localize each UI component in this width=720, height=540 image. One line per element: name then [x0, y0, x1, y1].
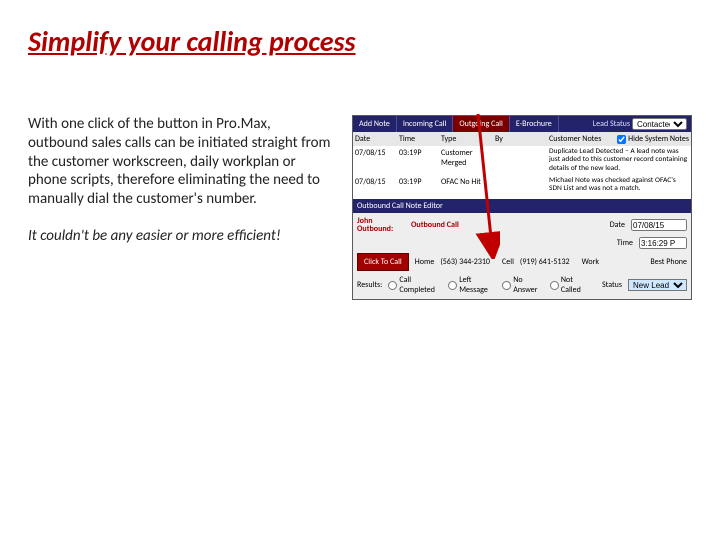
date-input[interactable] — [631, 219, 687, 231]
editor-title: Outbound Call Note Editor — [353, 199, 691, 213]
results-label: Results: — [357, 280, 382, 290]
tab-incoming-call[interactable]: Incoming Call — [397, 116, 454, 132]
cell-label: Cell — [502, 257, 514, 267]
result-no-answer[interactable]: No Answer — [502, 275, 544, 295]
cell-time: 03:19P — [399, 177, 437, 194]
cell-time: 03:19P — [399, 148, 437, 173]
cell-type: OFAC No Hit — [441, 177, 491, 194]
cell-notes: Michael Note was checked against OFAC's … — [549, 177, 689, 194]
date-label: Date — [610, 220, 625, 230]
result-notcalled-label: Not Called — [561, 275, 590, 295]
cell-notes: Duplicate Lead Detected – A lead note wa… — [549, 148, 689, 173]
hide-system-checkbox[interactable] — [617, 135, 626, 144]
result-leftmsg-label: Left Message — [459, 275, 496, 295]
result-contacted[interactable]: Call Completed — [388, 275, 442, 295]
tab-add-note[interactable]: Add Note — [353, 116, 397, 132]
lead-status-select[interactable]: Contacted — [632, 118, 687, 130]
best-phone-label: Best Phone — [650, 257, 687, 267]
tagline: It couldn't be any easier or more effici… — [28, 227, 334, 246]
result-noanswer-label: No Answer — [513, 275, 544, 295]
table-row[interactable]: 07/08/15 03:19P OFAC No Hit Michael Note… — [353, 175, 691, 196]
tab-outgoing-call[interactable]: Outgoing Call — [453, 116, 510, 132]
cell-number: (919) 641-5132 — [520, 257, 570, 267]
cell-date: 07/08/15 — [355, 148, 395, 173]
promax-screenshot: Add Note Incoming Call Outgoing Call E-B… — [352, 115, 692, 300]
home-label: Home — [415, 257, 435, 267]
lead-status-label: Lead Status — [593, 119, 630, 129]
cell-date: 07/08/15 — [355, 177, 395, 194]
hide-system-notes[interactable]: Hide System Notes — [617, 134, 689, 144]
call-type-label: Outbound Call — [411, 220, 459, 230]
table-row[interactable]: 07/08/15 03:19P Customer Merged Duplicat… — [353, 146, 691, 175]
person-label: John Outbound: — [357, 217, 405, 233]
status-label: Status — [602, 280, 622, 290]
col-date: Date — [355, 134, 395, 144]
col-type: Type — [441, 134, 491, 144]
home-number: (563) 344-2310 — [440, 257, 490, 267]
col-notes: Customer Notes — [549, 134, 613, 144]
hide-system-label: Hide System Notes — [628, 134, 689, 144]
time-input[interactable] — [639, 237, 687, 249]
cell-by — [495, 177, 545, 194]
col-time: Time — [399, 134, 437, 144]
slide-title: Simplify your calling process — [28, 24, 692, 59]
result-contacted-label: Call Completed — [399, 275, 442, 295]
cell-type: Customer Merged — [441, 148, 491, 173]
result-left-message[interactable]: Left Message — [448, 275, 496, 295]
tab-ebrochure[interactable]: E-Brochure — [510, 116, 559, 132]
col-by: By — [495, 134, 545, 144]
time-label: Time — [617, 238, 633, 248]
click-to-call-button[interactable]: Click To Call — [357, 253, 409, 271]
result-not-called[interactable]: Not Called — [550, 275, 590, 295]
body-paragraph: With one click of the button in Pro.Max,… — [28, 115, 334, 209]
work-label: Work — [582, 257, 599, 267]
status-select[interactable]: New Lead — [628, 279, 687, 291]
cell-by — [495, 148, 545, 173]
